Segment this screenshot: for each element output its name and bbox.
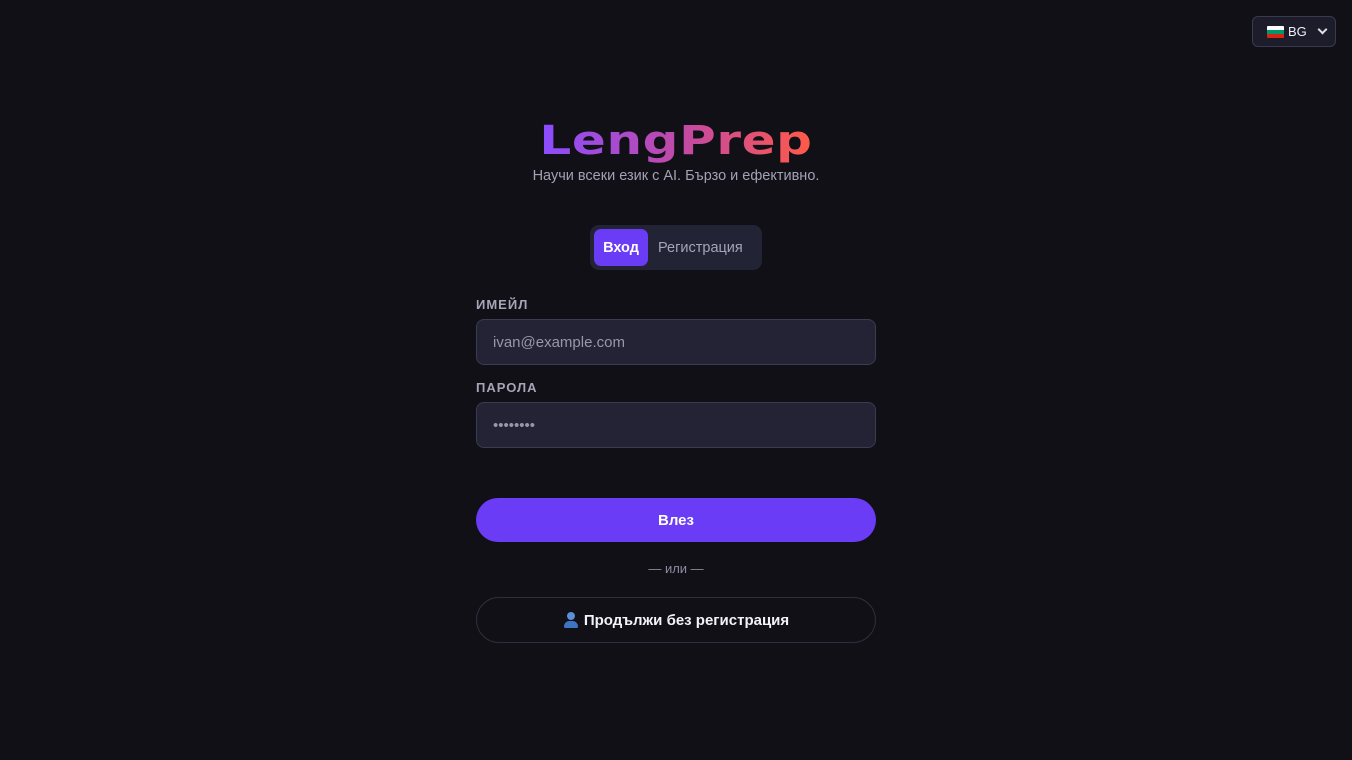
language-code: BG bbox=[1288, 24, 1307, 39]
bulgaria-flag-icon bbox=[1267, 25, 1284, 38]
email-input[interactable] bbox=[476, 319, 876, 365]
tab-register[interactable]: Регистрация bbox=[648, 229, 753, 266]
logo-text: LengPrep bbox=[539, 118, 813, 164]
login-button[interactable]: Влез bbox=[476, 498, 876, 542]
email-label: ИМЕЙЛ bbox=[476, 297, 529, 312]
tab-login[interactable]: Вход bbox=[594, 229, 648, 266]
continue-as-guest-button[interactable]: Продължи без регистрация bbox=[476, 597, 876, 643]
person-icon bbox=[563, 612, 579, 628]
logo: LengPrep bbox=[0, 116, 1352, 166]
chevron-down-icon bbox=[1317, 24, 1328, 35]
auth-tabs: Вход Регистрация bbox=[590, 225, 762, 270]
tagline: Научи всеки език с AI. Бързо и ефективно… bbox=[532, 168, 820, 184]
or-divider: — или — bbox=[648, 561, 704, 576]
language-select[interactable]: BG bbox=[1252, 16, 1336, 47]
password-label: ПАРОЛА bbox=[476, 380, 538, 395]
password-input[interactable] bbox=[476, 402, 876, 448]
continue-as-guest-label: Продължи без регистрация bbox=[583, 611, 790, 629]
